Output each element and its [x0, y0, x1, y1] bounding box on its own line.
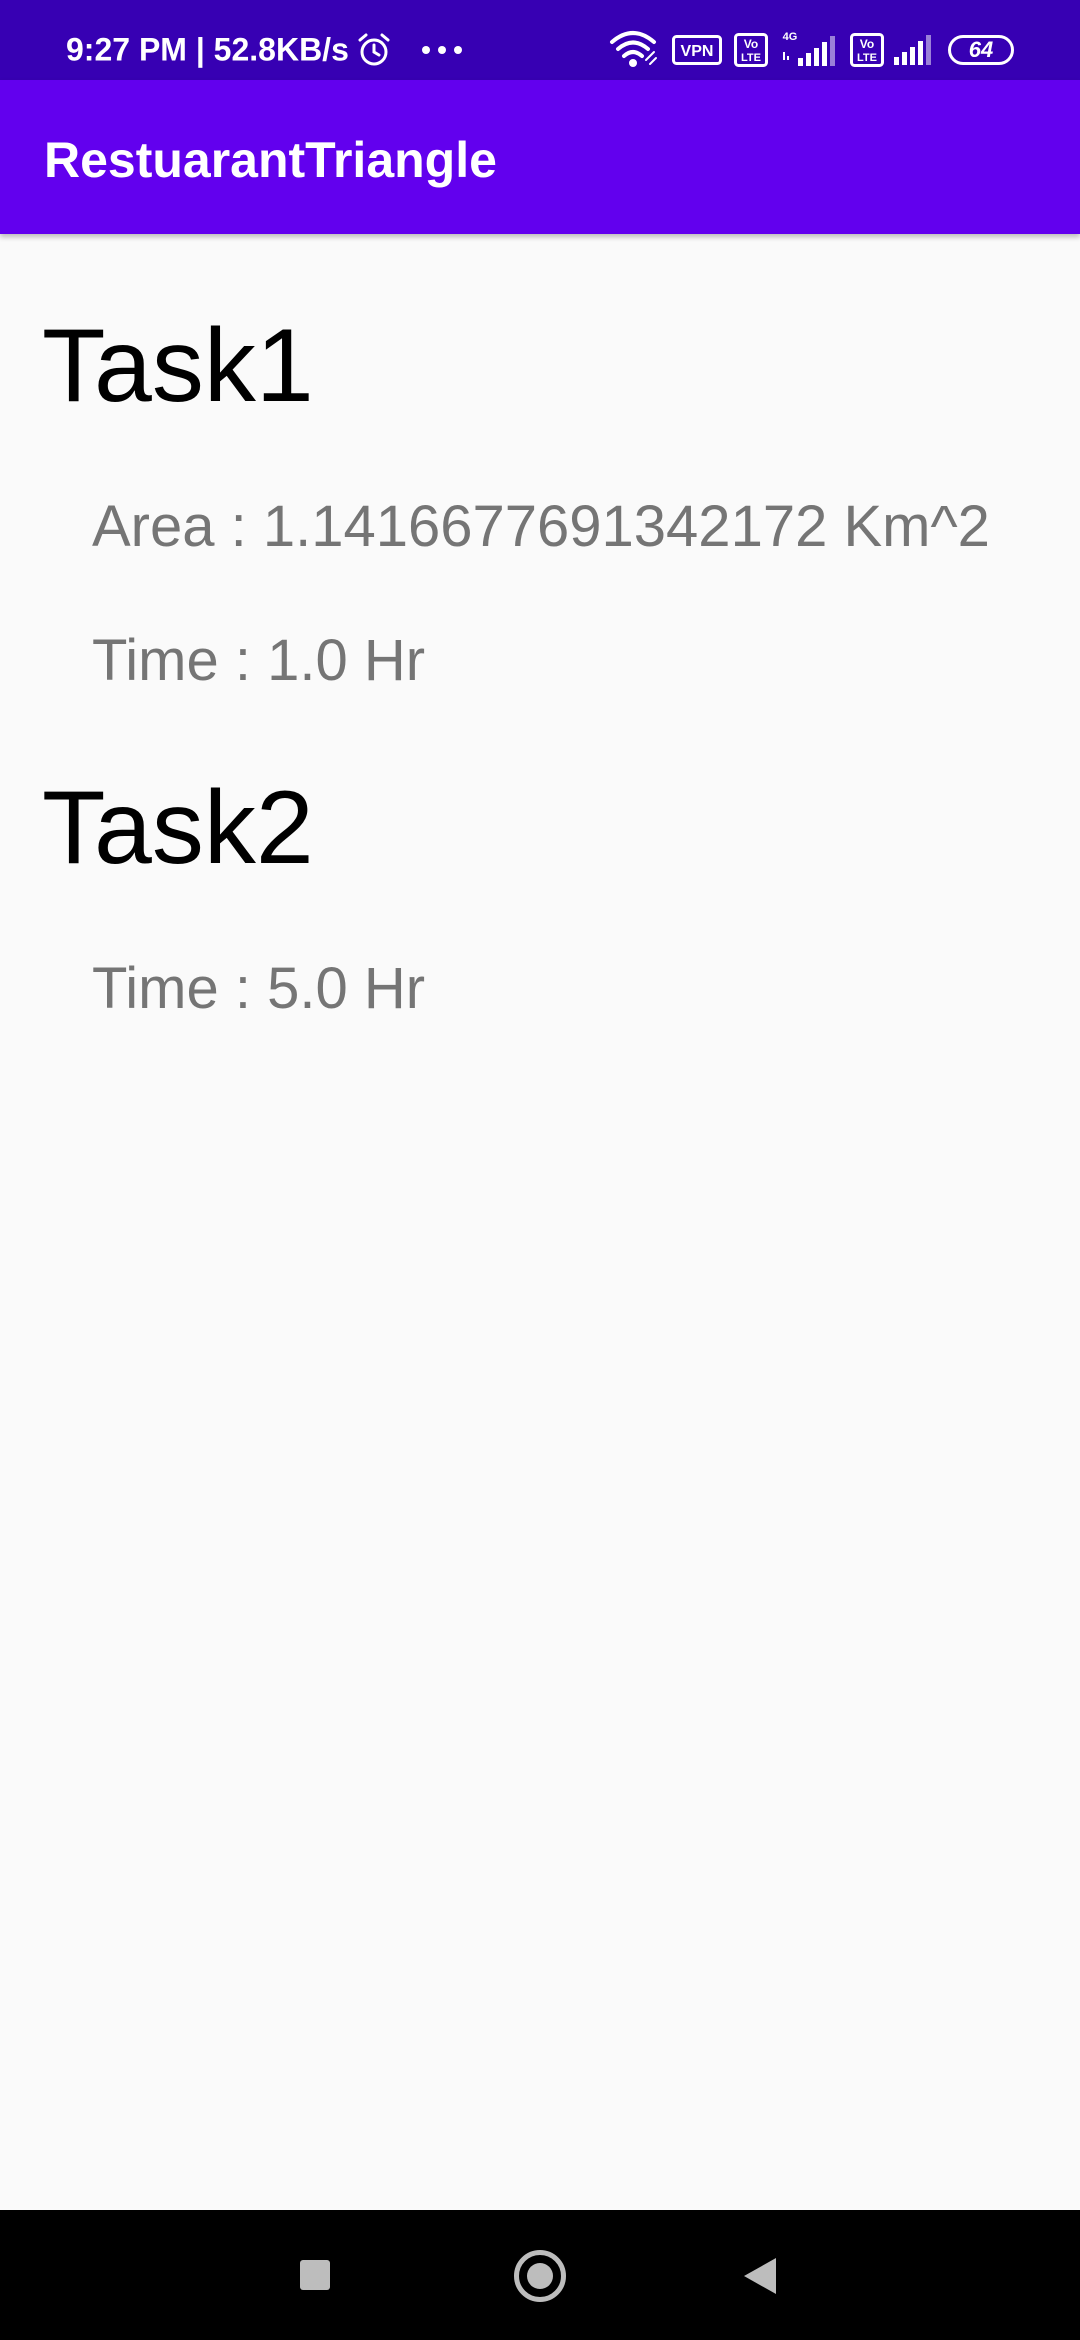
- status-bar: 9:27 PM | 52.8KB/s VPN Vo LTE 4G Vo LTE …: [0, 0, 1080, 80]
- volte-label-bottom: LTE: [857, 52, 877, 64]
- app-bar: RestuarantTriangle: [0, 80, 1080, 234]
- screen: 9:27 PM | 52.8KB/s VPN Vo LTE 4G Vo LTE …: [0, 0, 1080, 2340]
- app-title: RestuarantTriangle: [44, 132, 497, 188]
- home-icon-dot: [527, 2263, 553, 2289]
- wifi-icon: [610, 31, 657, 67]
- recent-apps-icon[interactable]: [300, 2260, 330, 2290]
- vpn-icon: VPN: [672, 35, 722, 65]
- signal-4g-icon: 4G: [783, 31, 835, 66]
- network-label: 4G: [783, 31, 798, 43]
- back-icon[interactable]: [744, 2258, 776, 2294]
- volte-label-bottom: LTE: [741, 52, 761, 64]
- task1-area-text: Area : 1.1416677691342172 Km^2: [92, 494, 990, 559]
- volte-icon: Vo LTE: [734, 33, 768, 67]
- alarm-icon: [358, 33, 390, 66]
- volte-label-top: Vo: [744, 37, 758, 51]
- battery-indicator: 64: [948, 35, 1014, 65]
- task1-heading: Task1: [42, 308, 314, 424]
- navigation-bar: [0, 2210, 1080, 2340]
- vpn-label: VPN: [681, 43, 714, 60]
- task2-time-text: Time : 5.0 Hr: [92, 956, 426, 1021]
- home-icon[interactable]: [514, 2250, 566, 2302]
- volte-icon: Vo LTE: [850, 33, 884, 67]
- more-dots-icon: [422, 46, 462, 54]
- status-time: 9:27 PM | 52.8KB/s: [66, 31, 349, 68]
- volte-label-top: Vo: [860, 37, 874, 51]
- task2-heading: Task2: [42, 770, 314, 886]
- signal-icon: [894, 35, 931, 65]
- task1-time-text: Time : 1.0 Hr: [92, 628, 426, 693]
